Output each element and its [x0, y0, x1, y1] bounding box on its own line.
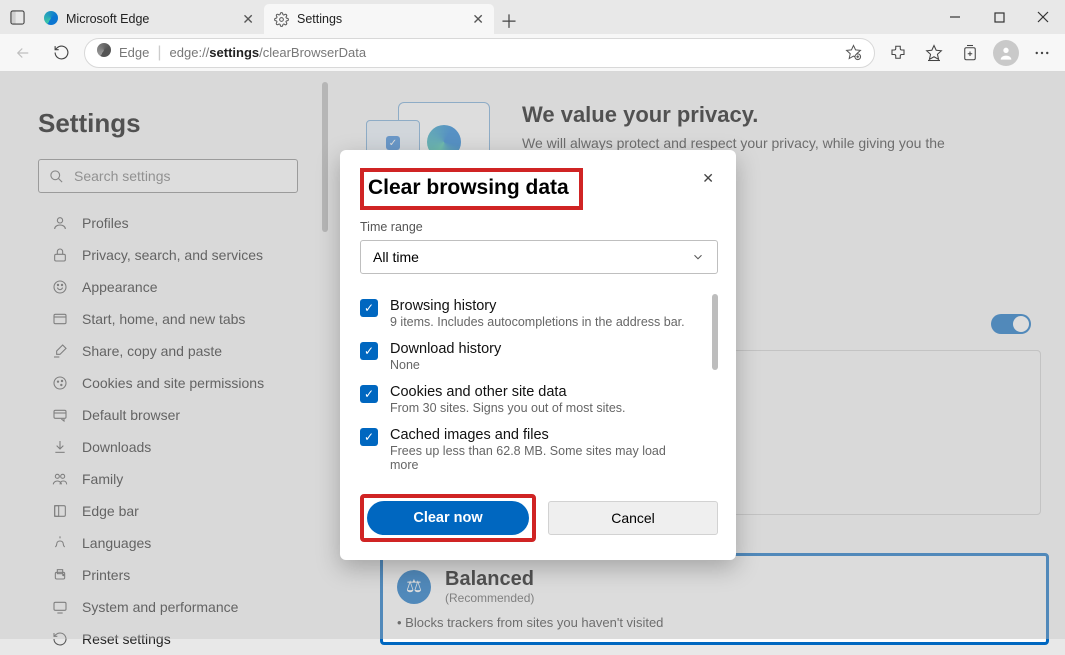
data-type-sub: 9 items. Includes autocompletions in the… — [390, 315, 685, 329]
new-tab-button[interactable]: ＋ — [494, 8, 524, 34]
favorite-icon[interactable] — [845, 44, 862, 61]
checkbox-checked-icon[interactable]: ✓ — [360, 342, 378, 360]
time-range-select[interactable]: All time — [360, 240, 718, 274]
edge-logo-icon — [97, 43, 111, 62]
tab-edge[interactable]: Microsoft Edge ✕ — [34, 4, 264, 34]
minimize-button[interactable] — [933, 0, 977, 34]
dialog-title: Clear browsing data — [368, 176, 569, 200]
address-bar[interactable]: Edge | edge://settings/clearBrowserData — [84, 38, 875, 68]
maximize-button[interactable] — [977, 0, 1021, 34]
data-type-label: Download history — [390, 341, 501, 357]
data-type-sub: Frees up less than 62.8 MB. Some sites m… — [390, 444, 696, 472]
tab-label: Microsoft Edge — [66, 12, 149, 26]
back-button[interactable] — [6, 38, 40, 68]
tab-label: Settings — [297, 12, 342, 26]
data-type-label: Browsing history — [390, 298, 685, 314]
favorites-icon[interactable] — [917, 38, 951, 68]
cancel-button[interactable]: Cancel — [548, 501, 718, 535]
collections-icon[interactable] — [953, 38, 987, 68]
data-type-label: Cached images and files — [390, 427, 696, 443]
close-icon[interactable]: ✕ — [242, 11, 254, 28]
data-type-label: Cookies and other site data — [390, 384, 626, 400]
data-type-row[interactable]: ✓ Download history None — [360, 335, 696, 378]
chevron-down-icon — [691, 250, 705, 264]
highlight-title: Clear browsing data — [360, 168, 583, 210]
data-type-row[interactable]: ✓ Cookies and other site data From 30 si… — [360, 378, 696, 421]
gear-icon — [274, 12, 289, 27]
checkbox-checked-icon[interactable]: ✓ — [360, 428, 378, 446]
data-type-list: ✓ Browsing history 9 items. Includes aut… — [360, 292, 718, 478]
data-type-row[interactable]: ✓ Cached images and files Frees up less … — [360, 421, 696, 478]
scrollbar[interactable] — [712, 294, 718, 370]
profile-avatar[interactable] — [989, 38, 1023, 68]
titlebar: Microsoft Edge ✕ Settings ✕ ＋ — [0, 0, 1065, 34]
data-type-row[interactable]: ✓ Browsing history 9 items. Includes aut… — [360, 292, 696, 335]
extensions-icon[interactable] — [881, 38, 915, 68]
data-type-sub: None — [390, 358, 501, 372]
edge-logo-icon — [44, 11, 58, 28]
address-prefix: Edge — [119, 45, 149, 60]
dialog-close-button[interactable]: ✕ — [698, 168, 718, 189]
more-menu-icon[interactable] — [1025, 38, 1059, 68]
toolbar: Edge | edge://settings/clearBrowserData — [0, 34, 1065, 72]
checkbox-checked-icon[interactable]: ✓ — [360, 299, 378, 317]
time-range-value: All time — [373, 249, 419, 265]
refresh-button[interactable] — [44, 38, 78, 68]
close-icon[interactable]: ✕ — [472, 11, 484, 28]
window-controls — [933, 0, 1065, 34]
highlight-primary: Clear now — [360, 494, 536, 542]
app-menu-icon[interactable] — [0, 10, 34, 25]
close-window-button[interactable] — [1021, 0, 1065, 34]
data-type-sub: From 30 sites. Signs you out of most sit… — [390, 401, 626, 415]
tab-strip: Microsoft Edge ✕ Settings ✕ ＋ — [34, 0, 524, 34]
clear-browsing-data-dialog: Clear browsing data ✕ Time range All tim… — [340, 150, 736, 560]
address-text: edge://settings/clearBrowserData — [170, 45, 367, 60]
time-range-label: Time range — [360, 220, 718, 234]
checkbox-checked-icon[interactable]: ✓ — [360, 385, 378, 403]
clear-now-button[interactable]: Clear now — [367, 501, 529, 535]
tab-settings[interactable]: Settings ✕ — [264, 4, 494, 34]
